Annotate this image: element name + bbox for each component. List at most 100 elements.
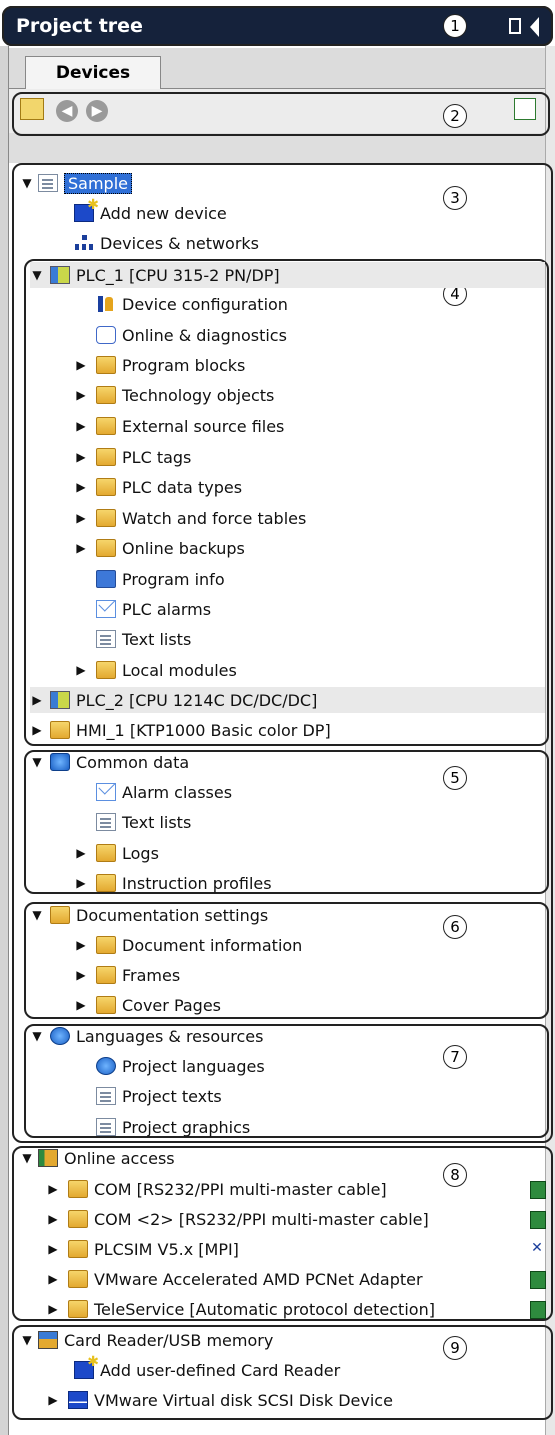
tree-node-card-reader[interactable]: ▼ Card Reader/USB memory (20, 1327, 273, 1353)
tree-label: TeleService [Automatic protocol detectio… (94, 1299, 435, 1319)
tree-node-languages-resources[interactable]: ▼ Languages & resources (30, 1023, 263, 1049)
collapsed-arrow-icon[interactable]: ▶ (46, 1269, 60, 1289)
tree-node-local-modules[interactable]: ▶ Local modules (74, 657, 236, 683)
callout-9: 9 (443, 1336, 467, 1360)
tree-node-common-data[interactable]: ▼ Common data (30, 749, 189, 775)
tree-node-technology-objects[interactable]: ▶ Technology objects (74, 382, 274, 408)
tree-node-plc1[interactable]: ▼ PLC_1 [CPU 315-2 PN/DP] (30, 262, 545, 288)
tree-label: Project texts (122, 1086, 222, 1106)
collapsed-arrow-icon[interactable]: ▶ (74, 538, 88, 558)
tree-node-plc-tags[interactable]: ▶ PLC tags (74, 444, 191, 470)
collapsed-arrow-icon[interactable]: ▶ (74, 935, 88, 955)
tree-node-watch-force-tables[interactable]: ▶ Watch and force tables (74, 505, 306, 531)
callout-6: 6 (443, 915, 467, 939)
tree-node-devices-networks[interactable]: Devices & networks (74, 230, 259, 256)
tree-node-program-info[interactable]: Program info (96, 566, 225, 592)
collapsed-arrow-icon[interactable]: ▶ (74, 843, 88, 863)
expand-arrow-icon[interactable]: ▼ (20, 1330, 34, 1350)
tree-node-project-languages[interactable]: Project languages (96, 1053, 265, 1079)
collapsed-arrow-icon[interactable]: ▶ (74, 995, 88, 1015)
tree-node-device-configuration[interactable]: Device configuration (96, 291, 288, 317)
expand-arrow-icon[interactable]: ▼ (20, 1148, 34, 1168)
tree-label: HMI_1 [KTP1000 Basic color DP] (76, 720, 331, 740)
tree-node-logs[interactable]: ▶ Logs (74, 840, 159, 866)
tree-node-project-texts[interactable]: Project texts (96, 1083, 222, 1109)
alarm-envelope-icon (96, 600, 116, 618)
tree-node-com1[interactable]: ▶ COM [RS232/PPI multi-master cable] (46, 1176, 386, 1202)
collapsed-arrow-icon[interactable]: ▶ (30, 690, 44, 710)
tree-node-project-graphics[interactable]: Project graphics (96, 1114, 250, 1140)
tree-node-plc-alarms[interactable]: PLC alarms (96, 596, 211, 622)
tree-node-vmware-adapter[interactable]: ▶ VMware Accelerated AMD PCNet Adapter (46, 1266, 422, 1292)
tree-node-online-access[interactable]: ▼ Online access (20, 1145, 175, 1171)
tree-node-plc2[interactable]: ▶ PLC_2 [CPU 1214C DC/DC/DC] (30, 687, 545, 713)
collapsed-arrow-icon[interactable]: ▶ (74, 660, 88, 680)
project-languages-icon (96, 1057, 116, 1075)
tree-node-cover-pages[interactable]: ▶ Cover Pages (74, 992, 221, 1018)
tree-node-project[interactable]: ▼ Sample (20, 170, 132, 196)
collapsed-arrow-icon[interactable]: ▶ (46, 1179, 60, 1199)
tree-node-document-information[interactable]: ▶ Document information (74, 932, 302, 958)
collapsed-arrow-icon[interactable]: ▶ (46, 1239, 60, 1259)
tree-node-frames[interactable]: ▶ Frames (74, 962, 180, 988)
tree-label: Frames (122, 965, 181, 985)
document-information-icon (96, 936, 116, 954)
tree-node-online-backups[interactable]: ▶ Online backups (74, 535, 245, 561)
tree-node-hmi1[interactable]: ▶ HMI_1 [KTP1000 Basic color DP] (30, 717, 331, 743)
collapsed-arrow-icon[interactable]: ▶ (30, 720, 44, 740)
watch-tables-icon (96, 509, 116, 527)
collapsed-arrow-icon[interactable]: ▶ (46, 1390, 60, 1410)
program-blocks-icon (96, 356, 116, 374)
tree-label: Sample (64, 172, 132, 194)
tree-label: PLC_2 [CPU 1214C DC/DC/DC] (76, 690, 318, 710)
disconnected-status-icon: ✕ (530, 1240, 544, 1256)
external-source-icon (96, 417, 116, 435)
tree-node-add-card-reader[interactable]: Add user-defined Card Reader (74, 1354, 340, 1383)
tree-node-instruction-profiles[interactable]: ▶ Instruction profiles (74, 870, 271, 896)
tree-node-teleservice[interactable]: ▶ TeleService [Automatic protocol detect… (46, 1296, 435, 1322)
instruction-profiles-icon (96, 874, 116, 892)
collapsed-arrow-icon[interactable]: ▶ (46, 1209, 60, 1229)
tree-node-plc-data-types[interactable]: ▶ PLC data types (74, 474, 242, 500)
tree-node-com2[interactable]: ▶ COM <2> [RS232/PPI multi-master cable] (46, 1206, 428, 1232)
tree-node-documentation-settings[interactable]: ▼ Documentation settings (30, 902, 268, 928)
tree-node-text-lists[interactable]: Text lists (96, 626, 191, 652)
tree-label: VMware Virtual disk SCSI Disk Device (94, 1390, 393, 1410)
tree-node-external-source-files[interactable]: ▶ External source files (74, 413, 284, 439)
collapsed-arrow-icon[interactable]: ▶ (74, 416, 88, 436)
tree-node-plcsim[interactable]: ▶ PLCSIM V5.x [MPI] (46, 1236, 239, 1262)
network-icon (74, 234, 94, 252)
connection-status-icon (530, 1301, 546, 1319)
expand-arrow-icon[interactable]: ▼ (30, 905, 44, 925)
tree-label: Device configuration (122, 294, 288, 314)
collapsed-arrow-icon[interactable]: ▶ (46, 1299, 60, 1319)
tree-label: PLC_1 [CPU 315-2 PN/DP] (76, 265, 280, 285)
tree-label: Watch and force tables (122, 508, 307, 528)
tree-label: Program info (122, 569, 225, 589)
expand-arrow-icon[interactable]: ▼ (30, 265, 44, 285)
diagnostics-icon (96, 326, 116, 344)
expand-arrow-icon[interactable]: ▼ (30, 752, 44, 772)
tree-node-add-device[interactable]: Add new device (74, 197, 227, 226)
tree-node-online-diagnostics[interactable]: Online & diagnostics (96, 322, 287, 348)
collapsed-arrow-icon[interactable]: ▶ (74, 355, 88, 375)
callout-1: 1 (443, 14, 467, 38)
tree-label: External source files (122, 416, 285, 436)
languages-icon (50, 1027, 70, 1045)
disk-device-icon (68, 1391, 88, 1409)
expand-arrow-icon[interactable]: ▼ (20, 173, 34, 193)
tree-node-program-blocks[interactable]: ▶ Program blocks (74, 352, 245, 378)
tab-devices[interactable]: Devices (25, 56, 161, 89)
tree-node-common-text-lists[interactable]: Text lists (96, 809, 191, 835)
collapsed-arrow-icon[interactable]: ▶ (74, 965, 88, 985)
tree-node-alarm-classes[interactable]: Alarm classes (96, 779, 232, 805)
tree-label: Online access (64, 1148, 175, 1168)
collapsed-arrow-icon[interactable]: ▶ (74, 477, 88, 497)
tree-label: Online backups (122, 538, 245, 558)
collapsed-arrow-icon[interactable]: ▶ (74, 873, 88, 893)
collapsed-arrow-icon[interactable]: ▶ (74, 385, 88, 405)
expand-arrow-icon[interactable]: ▼ (30, 1026, 44, 1046)
collapsed-arrow-icon[interactable]: ▶ (74, 508, 88, 528)
collapsed-arrow-icon[interactable]: ▶ (74, 447, 88, 467)
tree-node-vmware-disk[interactable]: ▶ VMware Virtual disk SCSI Disk Device (46, 1387, 393, 1413)
